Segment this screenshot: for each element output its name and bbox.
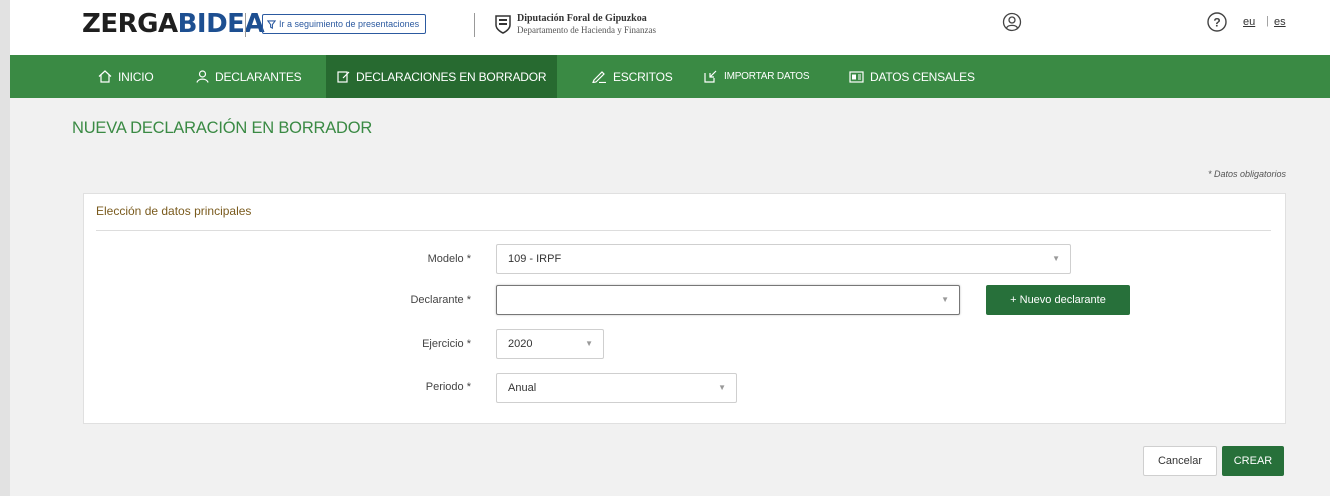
nav-item-inicio[interactable]: INICIO (98, 55, 154, 98)
filter-icon (267, 19, 276, 29)
required-note: * Datos obligatorios (1207, 169, 1286, 179)
chevron-down-icon: ▼ (718, 383, 726, 392)
import-icon (704, 70, 717, 83)
lang-separator: | (1266, 15, 1269, 27)
main-nav: INICIO DECLARANTES DECLARACIONES EN BORR… (10, 55, 1330, 98)
main-data-panel: Elección de datos principales Modelo * 1… (83, 193, 1286, 424)
edit-icon (337, 71, 350, 83)
ejercicio-select[interactable]: 2020 ▼ (496, 329, 604, 359)
nav-item-declarantes[interactable]: DECLARANTES (196, 55, 302, 98)
new-declarant-button[interactable]: + Nuevo declarante (986, 285, 1130, 315)
header-separator (245, 13, 246, 37)
svg-text:?: ? (1213, 16, 1220, 30)
nav-item-importar-datos[interactable]: IMPORTAR DATOS (704, 55, 810, 98)
chevron-down-icon: ▼ (941, 295, 949, 304)
ejercicio-label: Ejercicio * (422, 338, 471, 350)
cancel-button[interactable]: Cancelar (1143, 446, 1217, 476)
chevron-down-icon: ▼ (1052, 254, 1060, 263)
nav-item-declaraciones-borrador[interactable]: DECLARACIONES EN BORRADOR (326, 55, 558, 98)
modelo-value: 109 - IRPF (508, 253, 562, 265)
home-icon (98, 70, 112, 83)
id-card-icon (849, 70, 864, 83)
zergabidea-logo[interactable]: ZERGABIDEA (82, 9, 265, 39)
nav-item-escritos[interactable]: ESCRITOS (592, 55, 673, 98)
lang-es-link[interactable]: es (1274, 16, 1286, 28)
main-content: NUEVA DECLARACIÓN EN BORRADOR * Datos ob… (10, 98, 1330, 496)
top-header: ZERGABIDEA Ir a seguimiento de presentac… (10, 0, 1330, 55)
tracking-link-button[interactable]: Ir a seguimiento de presentaciones (262, 14, 427, 34)
nav-item-datos-censales[interactable]: DATOS CENSALES (849, 55, 975, 98)
org-title: Diputación Foral de Gipuzkoa (517, 13, 647, 24)
periodo-value: Anual (508, 382, 537, 394)
periodo-select[interactable]: Anual ▼ (496, 373, 737, 403)
declarante-label: Declarante * (410, 294, 471, 306)
panel-title: Elección de datos principales (96, 204, 252, 218)
left-edge (0, 0, 10, 496)
user-account-icon[interactable] (1001, 11, 1023, 33)
header-separator (474, 13, 475, 37)
ejercicio-value: 2020 (508, 338, 533, 350)
periodo-label: Periodo * (425, 381, 471, 393)
lang-eu-link[interactable]: eu (1243, 16, 1255, 28)
diputacion-crest-icon (495, 15, 511, 34)
help-icon[interactable]: ? (1206, 11, 1228, 33)
chevron-down-icon: ▼ (585, 339, 593, 348)
modelo-select[interactable]: 109 - IRPF ▼ (496, 244, 1071, 274)
create-button[interactable]: CREAR (1222, 446, 1284, 476)
panel-divider (96, 230, 1271, 231)
user-icon (196, 70, 209, 83)
org-subtitle: Departamento de Hacienda y Finanzas (517, 25, 656, 35)
modelo-label: Modelo * (427, 253, 471, 265)
page-title: NUEVA DECLARACIÓN EN BORRADOR (72, 119, 373, 137)
pen-icon (592, 71, 606, 83)
declarante-select[interactable]: ▼ (496, 285, 960, 315)
